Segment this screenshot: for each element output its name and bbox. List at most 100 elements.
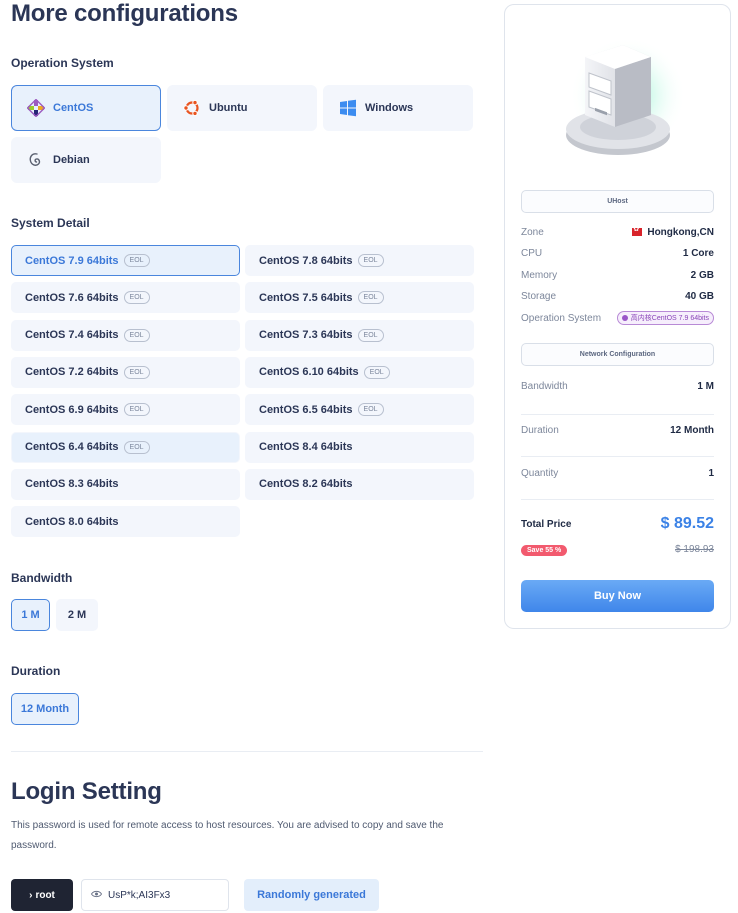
duration-label: Duration <box>11 664 61 678</box>
user-root-button[interactable]: › root <box>11 879 73 911</box>
storage-label: Storage <box>521 291 557 302</box>
eol-badge: EOL <box>357 328 384 342</box>
os-option-windows[interactable]: Windows <box>323 85 473 131</box>
zone-value: Hongkong,CN <box>647 227 714 238</box>
memory-label: Memory <box>521 270 558 281</box>
password-field[interactable] <box>81 879 229 911</box>
version-option[interactable]: CentOS 7.5 64bits EOL <box>245 282 474 314</box>
summary-row-memory: Memory 2 GB <box>521 270 714 281</box>
version-option[interactable]: CentOS 8.3 64bits <box>11 468 240 500</box>
os-section-label: Operation System <box>11 56 114 70</box>
version-option[interactable]: CentOS 7.6 64bits EOL <box>11 282 240 314</box>
duration-option-12-month[interactable]: 12 Month <box>11 693 79 725</box>
version-label: CentOS 7.6 64bits <box>25 291 119 304</box>
os-option-label: Debian <box>53 154 90 166</box>
hongkong-flag-icon <box>632 225 643 237</box>
os-badge: 高内核CentOS 7.9 64bits <box>616 311 714 325</box>
cpu-value: 1 Core <box>682 248 714 259</box>
bandwidth-option-1m[interactable]: 1 M <box>11 599 50 631</box>
os-option-debian[interactable]: Debian <box>11 137 161 183</box>
user-root-label: root <box>35 889 55 901</box>
eol-badge: EOL <box>123 254 150 267</box>
eol-badge: EOL <box>363 365 390 379</box>
os-label: Operation System <box>521 312 602 324</box>
version-label: CentOS 7.5 64bits <box>259 291 353 304</box>
password-input[interactable] <box>108 889 218 901</box>
version-label: CentOS 7.3 64bits <box>259 329 353 342</box>
version-label: CentOS 8.4 64bits <box>259 441 353 453</box>
version-option[interactable]: CentOS 7.9 64bits EOL <box>11 245 240 276</box>
version-option[interactable]: CentOS 6.10 64bits EOL <box>245 356 474 388</box>
eol-badge: EOL <box>123 403 150 417</box>
version-label: CentOS 6.4 64bits <box>25 441 119 453</box>
order-summary-panel: UHost Zone Hongkong,CN CPU 1 Core Memory… <box>504 4 731 629</box>
version-label: CentOS 8.0 64bits <box>25 515 119 528</box>
summary-row-bandwidth: Bandwidth 1 M <box>521 381 714 392</box>
zone-label: Zone <box>521 227 544 238</box>
total-price-value: $ 89.52 <box>660 515 714 532</box>
summary-row-os: Operation System 高内核CentOS 7.9 64bits <box>521 311 714 325</box>
eol-badge: EOL <box>357 254 384 267</box>
chevron-right-icon: › <box>29 889 33 901</box>
memory-value: 2 GB <box>690 270 714 281</box>
version-label: CentOS 7.4 64bits <box>25 329 119 342</box>
os-option-label: CentOS <box>53 102 94 114</box>
summary-row-zone: Zone Hongkong,CN <box>521 225 714 238</box>
eol-badge: EOL <box>123 328 150 342</box>
quantity-label: Quantity <box>521 468 559 479</box>
storage-value: 40 GB <box>685 291 714 302</box>
system-detail-label: System Detail <box>11 216 90 230</box>
ubuntu-icon <box>182 98 202 118</box>
bandwidth-summary-value: 1 M <box>697 381 714 392</box>
version-option[interactable]: CentOS 8.2 64bits <box>245 468 474 500</box>
os-option-label: Ubuntu <box>209 102 248 114</box>
duration-summary-label: Duration <box>521 425 559 436</box>
bandwidth-option-2m[interactable]: 2 M <box>56 599 98 631</box>
product-name-pill: UHost <box>521 190 714 213</box>
login-description: This password is used for remote access … <box>11 820 444 851</box>
version-label: CentOS 7.9 64bits <box>25 254 119 267</box>
version-option[interactable]: CentOS 7.4 64bits EOL <box>11 319 240 351</box>
version-label: CentOS 8.3 64bits <box>25 478 119 491</box>
version-label: CentOS 6.5 64bits <box>259 403 353 416</box>
version-option[interactable]: CentOS 7.8 64bits EOL <box>245 245 474 276</box>
eol-badge: EOL <box>123 440 150 454</box>
os-option-centos[interactable]: CentOS <box>11 85 161 131</box>
eol-badge: EOL <box>123 291 150 305</box>
original-price: $ 198.93 <box>675 544 714 555</box>
duration-summary-value: 12 Month <box>670 425 714 436</box>
version-option[interactable]: CentOS 6.9 64bits EOL <box>11 394 240 426</box>
version-label: CentOS 7.2 64bits <box>25 366 119 379</box>
windows-icon <box>338 98 358 118</box>
summary-row-duration: Duration 12 Month <box>521 425 714 436</box>
summary-row-cpu: CPU 1 Core <box>521 248 714 259</box>
bandwidth-summary-label: Bandwidth <box>521 381 568 392</box>
randomly-generated-button[interactable]: Randomly generated <box>244 879 379 911</box>
summary-divider <box>521 456 714 457</box>
version-option[interactable]: CentOS 6.4 64bits EOL <box>11 431 240 463</box>
eol-badge: EOL <box>123 365 150 379</box>
version-label: CentOS 6.9 64bits <box>25 403 119 416</box>
version-label: CentOS 6.10 64bits <box>259 366 359 379</box>
debian-icon <box>26 150 46 170</box>
version-option[interactable]: CentOS 8.0 64bits <box>11 506 240 538</box>
buy-now-button[interactable]: Buy Now <box>521 580 714 612</box>
network-configuration-pill: Network Configuration <box>521 343 714 366</box>
version-option[interactable]: CentOS 7.2 64bits EOL <box>11 356 240 388</box>
version-option[interactable]: CentOS 8.4 64bits <box>245 431 474 463</box>
os-option-ubuntu[interactable]: Ubuntu <box>167 85 317 131</box>
page-title: More configurations <box>11 0 238 27</box>
version-option[interactable]: CentOS 7.3 64bits EOL <box>245 319 474 351</box>
version-label: CentOS 8.2 64bits <box>259 478 353 491</box>
summary-divider <box>521 414 714 415</box>
save-badge: Save 55 % <box>521 545 568 556</box>
server-illustration-icon <box>543 23 693 173</box>
eye-icon[interactable] <box>90 890 103 901</box>
centos-icon <box>26 98 46 118</box>
bandwidth-label: Bandwidth <box>11 571 73 585</box>
version-option[interactable]: CentOS 6.5 64bits EOL <box>245 394 474 426</box>
eol-badge: EOL <box>357 291 384 305</box>
total-price-label: Total Price <box>521 519 572 530</box>
os-badge-dot-icon <box>621 315 628 321</box>
section-divider <box>11 751 483 752</box>
